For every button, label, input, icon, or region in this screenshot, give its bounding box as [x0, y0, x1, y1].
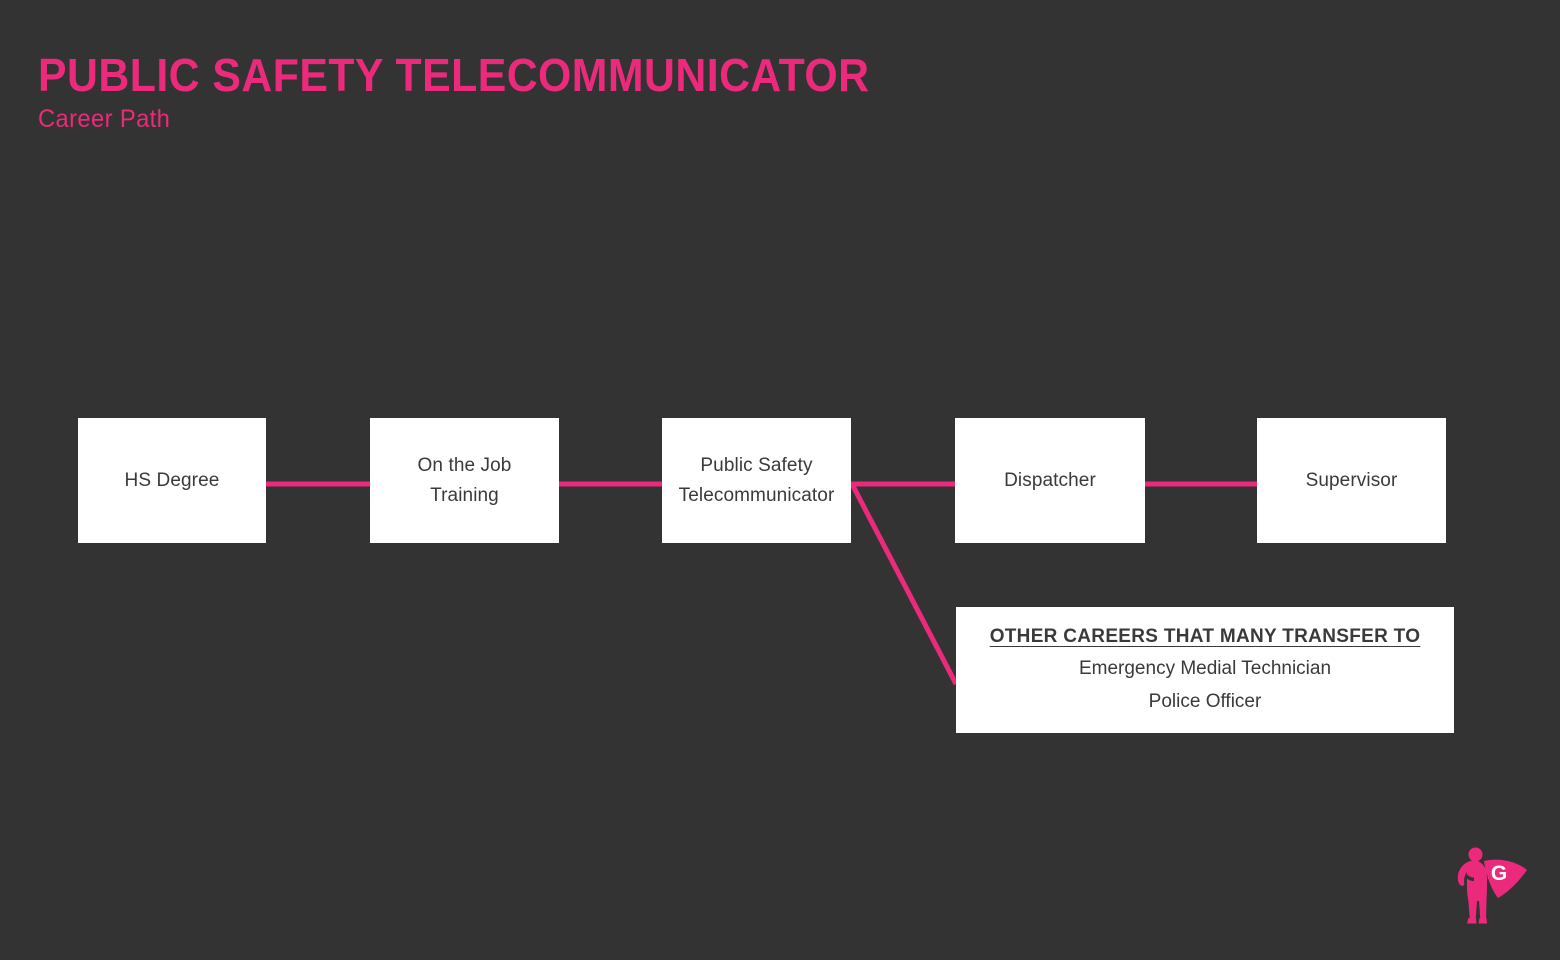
flow-node-hs-degree[interactable]: HS Degree	[78, 418, 266, 543]
other-careers-heading: OTHER CAREERS THAT MANY TRANSFER TO	[989, 626, 1421, 648]
flow-node-dispatcher[interactable]: Dispatcher	[955, 418, 1145, 543]
connector-pst-to-other-careers	[849, 482, 959, 686]
other-careers-item: Emergency Medial Technician	[1078, 658, 1332, 680]
superhero-g-logo-icon: G	[1457, 847, 1527, 924]
flow-node-supervisor[interactable]: Supervisor	[1257, 418, 1446, 543]
logo-letter: G	[1491, 862, 1507, 885]
flow-node-public-safety-telecommunicator[interactable]: Public Safety Telecommunicator	[662, 418, 851, 543]
flow-node-label: Public Safety Telecommunicator	[678, 455, 835, 506]
flow-node-on-the-job-training[interactable]: On the Job Training	[370, 418, 559, 543]
flow-node-label: HS Degree	[124, 469, 220, 491]
flow-node-other-careers[interactable]: OTHER CAREERS THAT MANY TRANSFER TO Emer…	[956, 607, 1454, 733]
flow-node-label: Dispatcher	[1004, 469, 1096, 491]
flow-node-label: Supervisor	[1305, 469, 1398, 491]
slide-canvas: PUBLIC SAFETY TELECOMMUNICATOR Career Pa…	[0, 0, 1560, 960]
other-careers-item: Police Officer	[1148, 691, 1262, 713]
career-path-flow-diagram: HS Degree On the Job Training Public Saf…	[0, 0, 1560, 960]
flow-node-label: On the Job Training	[417, 455, 512, 506]
